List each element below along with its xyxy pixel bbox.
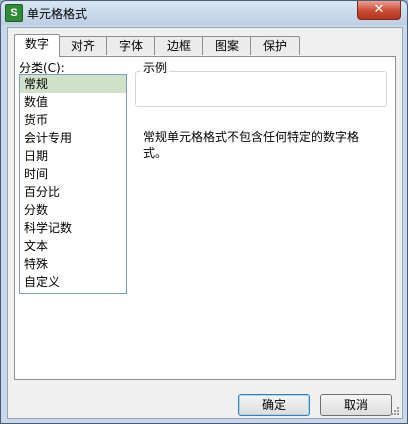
spreadsheet-app-icon: S (5, 4, 23, 22)
cancel-button[interactable]: 取消 (320, 394, 392, 416)
category-list[interactable]: 常规 数值 货币 会计专用 日期 时间 百分比 分数 科学记数 文本 特殊 自定… (19, 74, 127, 294)
category-item-special[interactable]: 特殊 (20, 255, 126, 273)
tab-alignment[interactable]: 对齐 (58, 36, 108, 55)
ok-button[interactable]: 确定 (238, 394, 310, 416)
tab-border[interactable]: 边框 (154, 36, 204, 55)
category-item-date[interactable]: 日期 (20, 147, 126, 165)
sample-preview-box (135, 71, 387, 107)
category-item-percentage[interactable]: 百分比 (20, 183, 126, 201)
category-item-number[interactable]: 数值 (20, 93, 126, 111)
format-cells-dialog: S 单元格格式 ✕ 数字 对齐 字体 边框 图案 保护 分类(C): 常规 数值… (0, 0, 408, 424)
format-description: 常规单元格格式不包含任何特定的数字格式。 (143, 130, 360, 160)
category-item-custom[interactable]: 自定义 (20, 273, 126, 291)
category-item-currency[interactable]: 货币 (20, 111, 126, 129)
close-icon: ✕ (373, 2, 385, 17)
tab-font[interactable]: 字体 (106, 36, 156, 55)
category-item-fraction[interactable]: 分数 (20, 201, 126, 219)
tab-number[interactable]: 数字 (14, 34, 60, 57)
number-tab-panel: 分类(C): 常规 数值 货币 会计专用 日期 时间 百分比 分数 科学记数 文… (14, 56, 396, 380)
sample-group: 示例 (135, 59, 387, 107)
category-item-scientific[interactable]: 科学记数 (20, 219, 126, 237)
dialog-client-area: 数字 对齐 字体 边框 图案 保护 分类(C): 常规 数值 货币 会计专用 日… (7, 27, 403, 419)
tab-protection[interactable]: 保护 (250, 36, 300, 55)
category-item-text[interactable]: 文本 (20, 237, 126, 255)
close-button[interactable]: ✕ (357, 1, 401, 20)
category-item-general[interactable]: 常规 (20, 75, 126, 93)
category-item-time[interactable]: 时间 (20, 165, 126, 183)
window-title: 单元格格式 (27, 7, 88, 21)
category-item-accounting[interactable]: 会计专用 (20, 129, 126, 147)
title-bar[interactable]: S 单元格格式 ✕ (1, 1, 407, 25)
sample-label: 示例 (141, 59, 170, 76)
tab-pattern[interactable]: 图案 (202, 36, 252, 55)
resize-grip-icon[interactable] (390, 406, 400, 416)
